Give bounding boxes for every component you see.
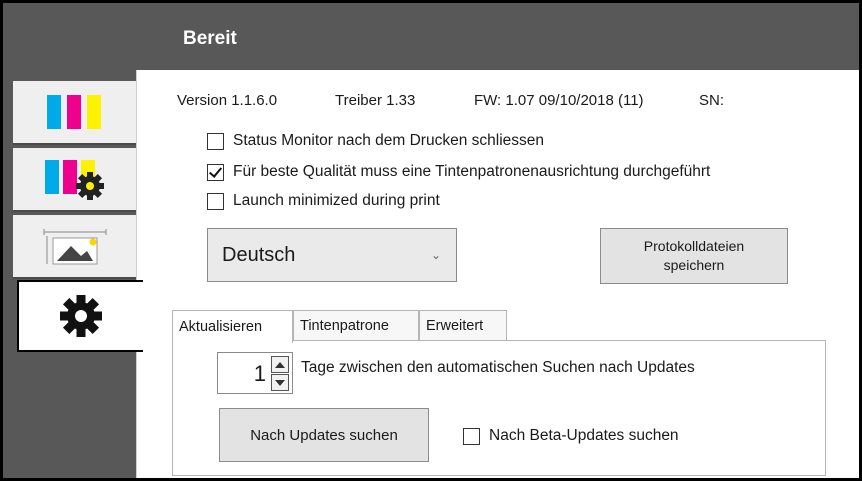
- status-title: Bereit: [183, 28, 237, 49]
- option-label: Status Monitor nach dem Drucken schliess…: [233, 132, 545, 149]
- image-layout-icon: [43, 229, 106, 265]
- option-label: Launch minimized during print: [233, 192, 440, 209]
- status-header: Bereit: [3, 3, 859, 70]
- settings-content: Version 1.1.6.0 Treiber 1.33 FW: 1.07 09…: [136, 70, 859, 478]
- option-beta-updates[interactable]: Nach Beta-Updates suchen: [463, 427, 679, 445]
- app-window: Bereit Version 1.1.6.0 Treiber 1.33 FW: …: [0, 0, 862, 481]
- sidebar-item-print-layout[interactable]: [13, 215, 136, 279]
- checkbox[interactable]: [207, 192, 224, 210]
- save-log-files-button[interactable]: Protokolldateien speichern: [600, 228, 788, 284]
- tab-tintenpatrone[interactable]: Tintenpatrone: [293, 310, 419, 341]
- save-log-files-label-line1: Protokolldateien: [643, 238, 745, 254]
- chevron-down-icon: ⌄: [430, 248, 441, 262]
- stepper-up-button[interactable]: [271, 356, 289, 373]
- checkbox[interactable]: [463, 427, 480, 445]
- tab-erweitert[interactable]: Erweitert: [419, 310, 507, 341]
- triangle-up-icon: [275, 361, 285, 368]
- ink-settings-icon: [44, 160, 104, 200]
- update-panel: 1 Tage zwischen den automatischen Suchen…: [172, 340, 826, 476]
- stepper-down-button[interactable]: [271, 374, 289, 391]
- ink-levels-icon: [46, 95, 101, 129]
- sidebar: [3, 70, 143, 478]
- language-select[interactable]: Deutsch ⌄: [207, 228, 457, 282]
- gear-icon: [60, 295, 102, 337]
- option-label: Für beste Qualität muss eine Tintenpatro…: [233, 163, 711, 180]
- firmware-version: FW: 1.07 09/10/2018 (11): [474, 92, 644, 109]
- triangle-down-icon: [275, 379, 285, 386]
- option-close-status-monitor[interactable]: Status Monitor nach dem Drucken schliess…: [207, 132, 544, 150]
- update-days-stepper[interactable]: 1: [217, 352, 293, 394]
- checkbox[interactable]: [207, 132, 224, 150]
- option-launch-minimized[interactable]: Launch minimized during print: [207, 192, 440, 210]
- checkbox-checked[interactable]: [207, 163, 224, 181]
- sidebar-item-ink-levels[interactable]: [13, 81, 136, 145]
- serial-number-label: SN:: [699, 92, 725, 109]
- check-updates-button[interactable]: Nach Updates suchen: [219, 408, 429, 462]
- beta-updates-label: Nach Beta-Updates suchen: [489, 427, 679, 444]
- update-days-value[interactable]: 1: [254, 361, 266, 387]
- sidebar-item-settings[interactable]: [17, 280, 143, 352]
- driver-version: Treiber 1.33: [335, 92, 416, 109]
- sidebar-item-ink-settings[interactable]: [13, 148, 136, 212]
- app-version: Version 1.1.6.0: [177, 92, 278, 109]
- tab-aktualisieren[interactable]: Aktualisieren: [172, 310, 293, 343]
- option-cartridge-alignment[interactable]: Für beste Qualität muss eine Tintenpatro…: [207, 163, 710, 181]
- update-days-label: Tage zwischen den automatischen Suchen n…: [301, 359, 695, 376]
- language-selected: Deutsch: [222, 243, 296, 266]
- save-log-files-label-line2: speichern: [663, 257, 725, 273]
